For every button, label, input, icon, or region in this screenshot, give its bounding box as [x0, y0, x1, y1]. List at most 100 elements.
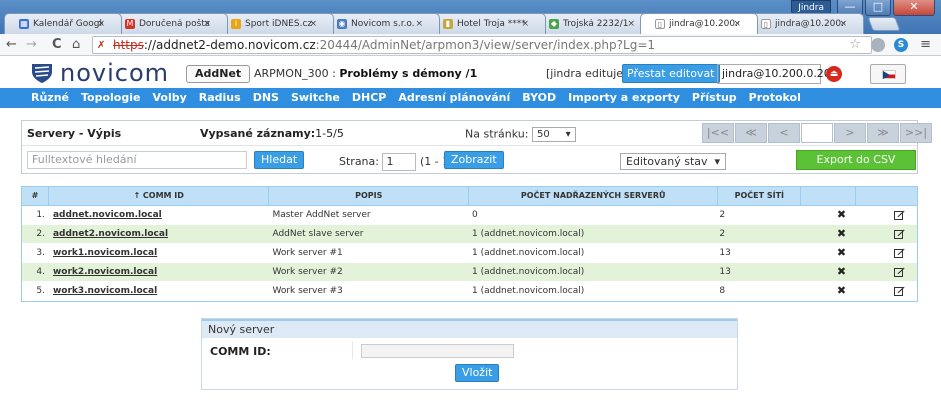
column-header: POČET SÍTÍ [718, 187, 802, 205]
table-body: 1. addnet.novicom.local Master AddNet serv… [22, 206, 917, 301]
column-header[interactable]: ↑ COMM ID [49, 187, 270, 205]
edit-state-select[interactable]: Editovaný stav ▾ [620, 153, 727, 170]
forward-icon[interactable]: → [26, 37, 37, 52]
delete-icon[interactable]: ✖ [837, 284, 846, 297]
tab-favicon-icon: ◉ [337, 19, 347, 29]
browser-tab[interactable]: ◉ Novicom s.r.o. × [322, 13, 440, 34]
skype-extension-icon[interactable]: S [894, 38, 908, 52]
tab-close-icon[interactable]: × [627, 19, 635, 29]
url-field[interactable]: ✗ https://addnet2-demo.novicom.cz:20444/… [92, 36, 872, 54]
comm-id-link[interactable]: work2.novicom.local [49, 263, 270, 281]
tab-close-icon[interactable]: × [839, 19, 847, 29]
browser-tab[interactable]: ▮ Hotel Troja **** × [428, 13, 546, 34]
new-server-form: Nový server COMM ID: Vložit [201, 318, 738, 390]
tab-close-icon[interactable]: × [97, 19, 105, 29]
edit-icon[interactable] [894, 210, 905, 220]
browser-tab[interactable]: M Doručená pošta × [110, 13, 228, 34]
delete-icon[interactable]: ✖ [837, 227, 846, 240]
per-page-label: Na stránku: [465, 127, 529, 141]
pager-current-page[interactable] [801, 123, 833, 143]
search-input[interactable]: Fulltextové hledání [27, 151, 247, 169]
comm-id-link[interactable]: addnet.novicom.local [49, 206, 270, 224]
tab-close-icon[interactable]: × [733, 19, 741, 29]
row-number: 4. [36, 267, 45, 277]
pager-button[interactable]: ≪ [735, 123, 767, 143]
row-network-count: 2 [719, 229, 726, 239]
row-network-count: 13 [719, 267, 731, 277]
browser-tab[interactable]: ▯ jindra@10.200.0 × [746, 13, 864, 34]
reload-icon[interactable]: C [52, 37, 62, 52]
edit-info: [jindra edituje] [546, 67, 628, 80]
url-protocol: https [113, 38, 144, 52]
window-user[interactable]: Jindra [791, 0, 831, 14]
arpmon-status[interactable]: ARPMON_300 : Problémy s démony /1 [254, 67, 477, 80]
logout-icon[interactable]: ⏏ [826, 66, 842, 82]
tab-favicon-icon: ▦ [19, 19, 29, 29]
novicom-logo[interactable]: novicom [30, 59, 169, 87]
nav-item[interactable]: Adresní plánování [398, 88, 510, 108]
insert-button[interactable]: Vložit [455, 364, 500, 382]
pager-button[interactable]: >>| [900, 123, 932, 143]
edit-icon[interactable] [894, 229, 905, 239]
delete-icon[interactable]: ✖ [837, 246, 846, 259]
tab-close-icon[interactable]: × [415, 19, 423, 29]
edit-icon[interactable] [894, 267, 905, 277]
nav-item[interactable]: Switche [291, 88, 340, 108]
edit-cell [856, 206, 917, 224]
delete-icon[interactable]: ✖ [837, 265, 846, 278]
bookmark-star-icon[interactable]: ☆ [849, 37, 861, 52]
row-description: Work server #3 [272, 286, 343, 296]
pager-button[interactable]: > [834, 123, 866, 143]
tab-close-icon[interactable]: × [203, 19, 211, 29]
nav-item[interactable]: Různé [31, 88, 69, 108]
browser-menu-icon[interactable]: ≡ [920, 37, 931, 52]
tab-close-icon[interactable]: × [521, 19, 529, 29]
pager-button[interactable]: < [768, 123, 800, 143]
home-icon[interactable]: ⌂ [72, 37, 80, 52]
nav-item[interactable]: Topologie [81, 88, 140, 108]
pager-button[interactable]: ≫ [867, 123, 899, 143]
row-network-count: 2 [719, 210, 726, 220]
browser-tab[interactable]: ▯ jindra@10.200.0 × [640, 13, 758, 34]
edit-icon[interactable] [894, 248, 905, 258]
extension-icon[interactable] [871, 38, 885, 52]
insecure-lock-icon[interactable]: ✗ [97, 38, 105, 54]
export-csv-button[interactable]: Export do CSV [796, 150, 916, 170]
user-box[interactable]: jindra@10.200.0.200 [717, 64, 838, 84]
language-selector[interactable] [870, 64, 906, 84]
logo-text: novicom [60, 59, 170, 87]
comm-id-input[interactable] [361, 344, 514, 358]
browser-tab[interactable]: ▦ Kalendář Google × [4, 13, 122, 34]
search-button[interactable]: Hledat [254, 151, 305, 169]
browser-tab[interactable]: ◆ Trojská 2232/1 × [534, 13, 652, 34]
back-icon[interactable]: ← [6, 37, 17, 52]
nav-item[interactable]: Přístup [692, 88, 737, 108]
pager-button[interactable]: |<< [702, 123, 734, 143]
delete-icon[interactable]: ✖ [837, 208, 846, 221]
row-number: 2. [36, 229, 45, 239]
tab-favicon-icon: ▯ [655, 19, 665, 29]
nav-item[interactable]: Protokol [749, 88, 801, 108]
edit-icon[interactable] [894, 286, 905, 296]
comm-id-link[interactable]: addnet2.novicom.local [49, 225, 270, 243]
browser-tab[interactable]: i Sport iDNES.cz × [216, 13, 334, 34]
maximize-button[interactable]: □ [865, 0, 891, 16]
new-tab-button[interactable] [867, 17, 901, 31]
tab-close-icon[interactable]: × [309, 19, 317, 29]
nav-item[interactable]: BYOD [522, 88, 556, 108]
close-window-button[interactable]: ✕ [893, 0, 935, 16]
comm-id-link[interactable]: work1.novicom.local [49, 244, 270, 262]
nav-item[interactable]: Volby [152, 88, 186, 108]
nav-item[interactable]: Radius [199, 88, 241, 108]
nav-item[interactable]: DHCP [352, 88, 386, 108]
page-label: Strana: [339, 155, 379, 168]
addnet-button[interactable]: AddNet [186, 65, 251, 83]
page-input[interactable]: 1 [382, 153, 417, 171]
nav-item[interactable]: Importy a exporty [568, 88, 680, 108]
url-path: :20444/AdminNet/arpmon3/view/server/inde… [315, 38, 656, 52]
nav-item[interactable]: DNS [253, 88, 279, 108]
comm-id-link[interactable]: work3.novicom.local [49, 282, 270, 300]
stop-editing-button[interactable]: Přestat editovat [622, 64, 720, 83]
show-button[interactable]: Zobrazit [444, 151, 504, 169]
per-page-select[interactable]: 50 ▾ [531, 127, 576, 142]
